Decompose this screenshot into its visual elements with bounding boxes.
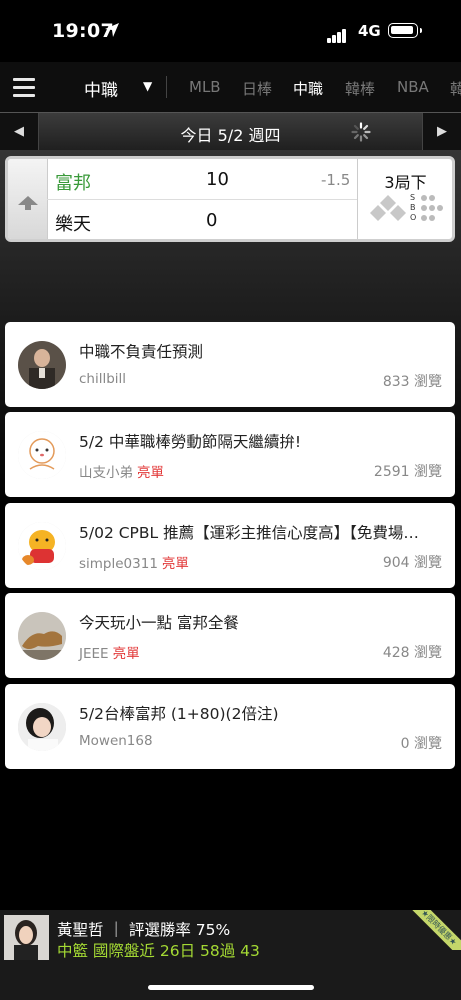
- result-badge: 亮單: [161, 556, 189, 572]
- league-selector[interactable]: 中職: [84, 76, 118, 101]
- author-name: JEEE: [79, 646, 109, 662]
- post-title: 中職不負責任預測: [79, 343, 204, 361]
- location-arrow-icon: [105, 23, 119, 37]
- user-avatar[interactable]: [18, 612, 66, 660]
- list-item[interactable]: 今天玩小一點 富邦全餐 JEEE 亮單 428 瀏覽: [5, 593, 455, 678]
- sbo-out-label: O: [410, 213, 417, 222]
- league-tab[interactable]: 韓棒: [345, 78, 375, 99]
- menu-icon[interactable]: [13, 78, 35, 102]
- home-indicator[interactable]: [148, 985, 314, 990]
- post-title: 5/2 中華職棒勞動節隔天繼續拚!: [79, 433, 302, 451]
- post-title: 5/2台棒富邦 (1+80)(2倍注): [79, 705, 279, 723]
- sbo-strike-label: S: [410, 193, 416, 202]
- view-count: 904 瀏覽: [382, 555, 442, 571]
- result-badge: 亮單: [112, 646, 140, 662]
- view-count: 428 瀏覽: [382, 645, 442, 661]
- league-tab[interactable]: MLB: [189, 78, 221, 96]
- handicap-spread: -1.5: [321, 171, 351, 189]
- loading-spinner-icon: [351, 122, 371, 142]
- sbo-ball-label: B: [410, 203, 416, 212]
- author-name: simple0311: [79, 556, 158, 572]
- user-avatar[interactable]: [18, 431, 66, 479]
- user-avatar[interactable]: [18, 522, 66, 570]
- sbo-labels: S B O: [410, 193, 416, 223]
- limited-offer-ribbon[interactable]: ★限時優惠★: [411, 910, 461, 950]
- date-bar: ◀ 今日 5/2 週四 ▶: [0, 112, 461, 151]
- away-team-name: 樂天: [55, 214, 91, 235]
- user-avatar[interactable]: [18, 341, 66, 389]
- nav-divider: [166, 76, 167, 98]
- view-count: 833 瀏覽: [382, 374, 442, 390]
- post-author: simple0311 亮單: [79, 552, 189, 572]
- row-divider: [47, 199, 357, 200]
- result-badge: 亮單: [137, 465, 164, 481]
- view-count: 2591 瀏覽: [373, 464, 442, 480]
- user-avatar[interactable]: [18, 703, 66, 751]
- post-author: 山支小弟 亮單: [79, 461, 164, 481]
- author-name: 山支小弟: [79, 465, 133, 481]
- list-item[interactable]: 5/2 中華職棒勞動節隔天繼續拚! 山支小弟 亮單 2591 瀏覽: [5, 412, 455, 497]
- next-date-button[interactable]: ▶: [422, 113, 461, 151]
- list-item[interactable]: 5/02 CPBL 推薦【運彩主推信心度高】【免費場… simple0311 亮單 9…: [5, 503, 455, 588]
- signal-icon: [327, 24, 347, 43]
- network-type: 4G: [358, 22, 381, 40]
- expert-record: 中籃 國際盤近 26日 58過 43: [57, 942, 260, 960]
- view-count: 0 瀏覽: [400, 736, 442, 752]
- up-arrow-icon: [18, 196, 38, 210]
- home-team-score: 10: [206, 169, 229, 190]
- date-label: 今日 5/2 週四: [180, 126, 281, 145]
- base-diamond-icon: [370, 195, 406, 221]
- home-team-name: 富邦: [55, 173, 91, 194]
- collapse-handle[interactable]: [8, 159, 48, 239]
- post-author: JEEE 亮單: [79, 642, 140, 662]
- league-tab[interactable]: 韓: [450, 78, 461, 99]
- post-title: 5/02 CPBL 推薦【運彩主推信心度高】【免費場…: [79, 524, 419, 542]
- post-title: 今天玩小一點 富邦全餐: [79, 614, 239, 632]
- battery-icon: [388, 23, 422, 38]
- expert-name-winrate: 黃聖哲 ｜ 評選勝率 75%: [57, 921, 231, 939]
- game-score-card[interactable]: 富邦 10 -1.5 樂天 0 3局下 S B O: [5, 156, 455, 242]
- game-status: 3局下 S B O: [357, 159, 453, 239]
- away-team-score: 0: [206, 210, 218, 231]
- list-item[interactable]: 中職不負責任預測 chillbill 833 瀏覽: [5, 322, 455, 407]
- status-bar: 19:07 4G: [0, 0, 461, 62]
- league-tab[interactable]: 中職: [293, 78, 323, 99]
- post-author: Mowen168: [79, 733, 153, 749]
- expert-avatar: [4, 915, 49, 960]
- league-nav: 中職 ▼ MLB 日棒 中職 韓棒 NBA 韓: [0, 62, 461, 112]
- author-name: Mowen168: [79, 733, 153, 749]
- league-tab[interactable]: 日棒: [242, 78, 272, 99]
- post-author: chillbill: [79, 371, 126, 387]
- author-name: chillbill: [79, 371, 127, 387]
- league-tab[interactable]: NBA: [397, 78, 429, 96]
- dropdown-arrow-icon[interactable]: ▼: [143, 79, 152, 93]
- list-item[interactable]: 5/2台棒富邦 (1+80)(2倍注) Mowen168 0 瀏覽: [5, 684, 455, 769]
- inning-label: 3局下: [384, 173, 427, 192]
